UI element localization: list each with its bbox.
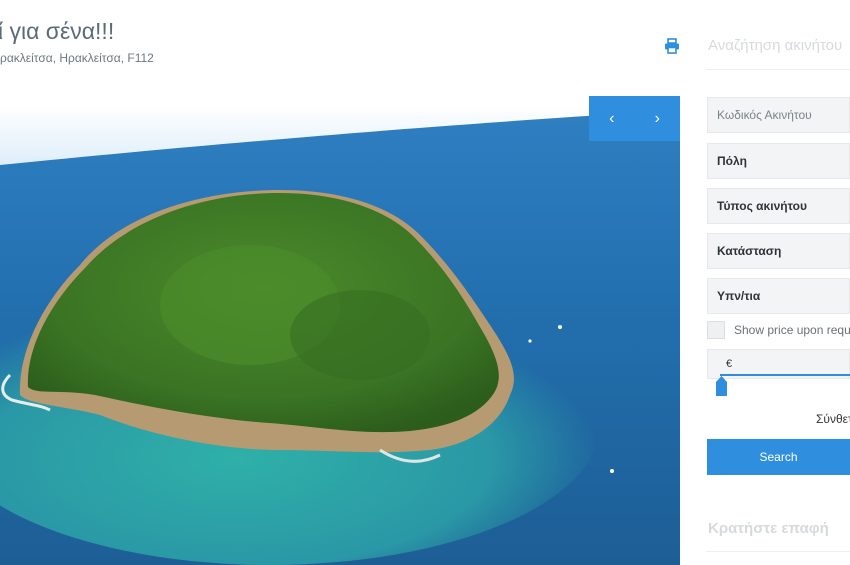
contact-heading: Κρατήστε επαφή bbox=[708, 520, 829, 537]
price-currency: € bbox=[726, 358, 733, 370]
gallery-nav: ‹ › bbox=[589, 96, 680, 141]
listing-title: ί για σένα!!! bbox=[0, 18, 115, 44]
heading-divider bbox=[706, 69, 850, 70]
property-photo[interactable] bbox=[0, 105, 680, 565]
gallery-next-button[interactable]: › bbox=[635, 96, 681, 141]
listing-address: ρακλείτσα, Ηρακλείτσα, F112 bbox=[0, 51, 154, 65]
search-sidebar: Αναζήτηση ακινήτου Κωδικός Ακινήτου Πόλη… bbox=[706, 0, 850, 565]
search-button[interactable]: Search bbox=[707, 439, 850, 475]
property-type-select[interactable]: Τύπος ακινήτου bbox=[707, 188, 850, 224]
show-price-checkbox[interactable] bbox=[707, 321, 725, 339]
advanced-search-link[interactable]: Σύνθετη bbox=[816, 412, 850, 426]
property-code-input[interactable]: Κωδικός Ακινήτου bbox=[707, 97, 850, 133]
show-price-label: Show price upon request bbox=[734, 323, 850, 337]
city-select[interactable]: Πόλη bbox=[707, 143, 850, 179]
price-slider-track[interactable] bbox=[720, 374, 850, 376]
gallery-prev-button[interactable]: ‹ bbox=[589, 96, 635, 141]
print-icon[interactable] bbox=[664, 38, 680, 54]
contact-divider bbox=[706, 551, 850, 552]
status-select[interactable]: Κατάσταση bbox=[707, 233, 850, 269]
bedrooms-select[interactable]: Υπν/τια bbox=[707, 278, 850, 314]
search-heading: Αναζήτηση ακινήτου bbox=[708, 37, 843, 54]
price-slider-handle[interactable] bbox=[715, 376, 728, 396]
